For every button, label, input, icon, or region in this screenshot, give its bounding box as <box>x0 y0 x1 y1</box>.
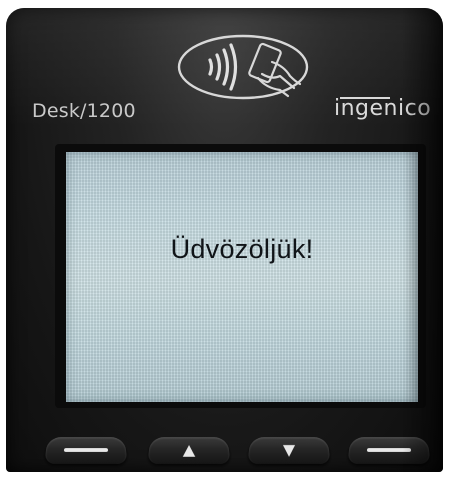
soft-key-right[interactable] <box>347 437 431 464</box>
down-arrow-icon: ▼ <box>282 440 296 459</box>
welcome-message: Üdvözöljük! <box>170 234 314 264</box>
soft-keys: ▲ ▼ <box>44 436 431 470</box>
soft-key-left[interactable] <box>44 437 128 464</box>
dash-icon <box>63 448 109 452</box>
brand-logo-text: ingenico <box>334 96 432 121</box>
brand-logo-bar <box>340 97 390 99</box>
lcd-screen: Üdvözöljük! <box>66 152 418 402</box>
model-label: Desk/1200 <box>32 100 136 122</box>
up-arrow-icon: ▲ <box>182 440 196 459</box>
dash-icon <box>366 448 412 452</box>
contactless-payment-icon <box>177 34 309 100</box>
soft-key-up[interactable]: ▲ <box>147 437 231 464</box>
soft-key-down[interactable]: ▼ <box>247 437 331 464</box>
brand-logo: ingenico <box>334 96 431 121</box>
payment-terminal: Desk/1200 ingenico Üdvözöljük! ▲ ▼ <box>6 8 443 472</box>
